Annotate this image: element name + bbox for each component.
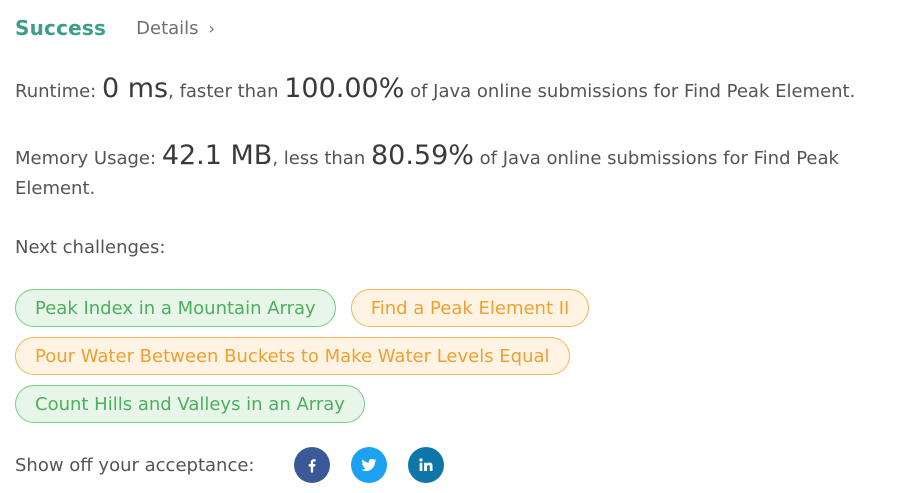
- memory-comparison: , less than: [272, 148, 366, 169]
- runtime-suffix: of Java online submissions for Find Peak…: [410, 81, 856, 102]
- linkedin-icon: [419, 458, 434, 471]
- memory-percent: 80.59%: [370, 140, 474, 171]
- details-label: Details: [136, 17, 199, 39]
- details-link[interactable]: Details ›: [136, 18, 215, 39]
- challenge-row: Count Hills and Valleys in an Array: [15, 385, 895, 423]
- memory-stat: Memory Usage: 42.1 MB, less than 80.59% …: [15, 141, 875, 204]
- facebook-share-button[interactable]: [294, 447, 331, 483]
- twitter-icon: [361, 458, 377, 472]
- memory-value: 42.1 MB: [161, 140, 273, 171]
- challenge-row: Peak Index in a Mountain Array Find a Pe…: [15, 289, 895, 327]
- share-label: Show off your acceptance:: [15, 454, 255, 476]
- chevron-right-icon: ›: [208, 18, 215, 38]
- result-header: Success Details ›: [15, 12, 215, 44]
- facebook-icon: [309, 459, 317, 473]
- challenge-chip-find-peak-element-ii[interactable]: Find a Peak Element II: [350, 289, 590, 327]
- submission-result-panel: Success Details › Runtime: 0 ms, faster …: [0, 0, 912, 493]
- challenge-row: Pour Water Between Buckets to Make Water…: [15, 337, 895, 375]
- next-challenges-list: Peak Index in a Mountain Array Find a Pe…: [15, 289, 895, 433]
- twitter-share-button[interactable]: [351, 447, 388, 483]
- runtime-stat: Runtime: 0 ms, faster than 100.00% of Ja…: [15, 74, 875, 107]
- share-section: Show off your acceptance:: [15, 447, 465, 483]
- challenge-chip-peak-index-mountain-array[interactable]: Peak Index in a Mountain Array: [15, 289, 336, 327]
- linkedin-share-button[interactable]: [408, 447, 445, 483]
- next-challenges-label: Next challenges:: [15, 237, 166, 258]
- memory-label: Memory Usage:: [15, 148, 157, 169]
- status-label: Success: [15, 16, 107, 40]
- challenge-chip-count-hills-and-valleys[interactable]: Count Hills and Valleys in an Array: [15, 385, 365, 423]
- runtime-value: 0 ms: [101, 73, 169, 104]
- runtime-percent: 100.00%: [284, 73, 405, 104]
- challenge-chip-pour-water-between-buckets[interactable]: Pour Water Between Buckets to Make Water…: [15, 337, 570, 375]
- runtime-comparison: , faster than: [168, 81, 279, 102]
- runtime-label: Runtime:: [15, 81, 97, 102]
